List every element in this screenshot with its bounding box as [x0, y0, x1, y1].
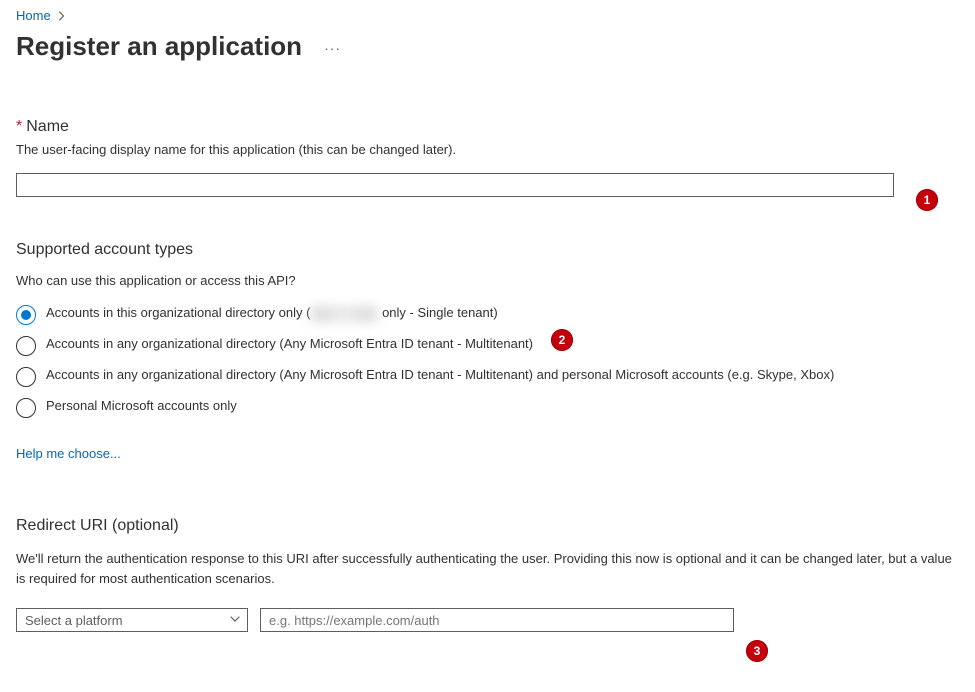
account-types-section: Supported account types Who can use this…: [16, 241, 959, 461]
radio-org-only[interactable]: Accounts in this organizational director…: [16, 304, 896, 325]
platform-select[interactable]: Select a platform: [16, 608, 248, 632]
name-label: Name: [26, 118, 69, 136]
radio-icon: [16, 367, 36, 387]
radio-any-org-and-personal-label: Accounts in any organizational directory…: [46, 366, 834, 385]
callout-1: 1: [916, 189, 938, 211]
redirect-uri-heading: Redirect URI (optional): [16, 517, 959, 535]
radio-personal-only[interactable]: Personal Microsoft accounts only: [16, 397, 896, 418]
breadcrumb: Home: [16, 8, 959, 23]
help-me-choose-link[interactable]: Help me choose...: [16, 446, 121, 461]
radio-any-org-and-personal[interactable]: Accounts in any organizational directory…: [16, 366, 896, 387]
account-types-heading: Supported account types: [16, 241, 959, 259]
redirect-uri-section: Redirect URI (optional) We'll return the…: [16, 517, 959, 632]
radio-org-only-label: Accounts in this organizational director…: [46, 304, 498, 323]
radio-icon: [16, 305, 36, 325]
radio-any-org-label: Accounts in any organizational directory…: [46, 335, 533, 354]
account-types-radio-group: Accounts in this organizational director…: [16, 304, 959, 418]
platform-select-value: Select a platform: [25, 613, 123, 628]
radio-icon: [16, 398, 36, 418]
name-input[interactable]: [16, 173, 894, 197]
page-title: Register an application: [16, 31, 302, 62]
name-help-text: The user-facing display name for this ap…: [16, 142, 959, 157]
radio-personal-only-label: Personal Microsoft accounts only: [46, 397, 237, 416]
required-indicator: *: [16, 118, 22, 136]
radio-any-org[interactable]: Accounts in any organizational directory…: [16, 335, 896, 356]
redirect-uri-input[interactable]: [260, 608, 734, 632]
chevron-down-icon: [229, 613, 241, 628]
callout-2: 2: [551, 329, 573, 351]
tenant-name-redacted: [312, 307, 376, 321]
callout-3: 3: [746, 640, 768, 662]
breadcrumb-home-link[interactable]: Home: [16, 8, 51, 23]
more-actions-button[interactable]: ···: [320, 36, 345, 60]
chevron-right-icon: [57, 11, 67, 21]
radio-icon: [16, 336, 36, 356]
redirect-uri-description: We'll return the authentication response…: [16, 549, 956, 588]
name-section: * Name The user-facing display name for …: [16, 118, 959, 197]
account-types-question: Who can use this application or access t…: [16, 273, 959, 288]
